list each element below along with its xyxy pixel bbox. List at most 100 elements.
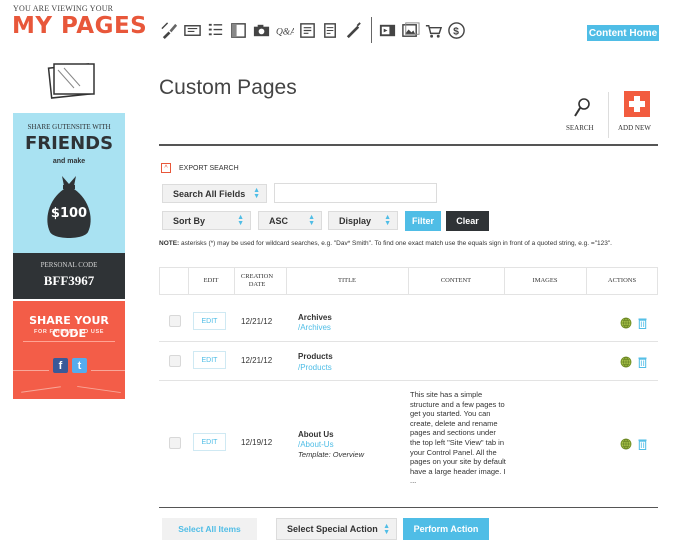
export-search[interactable]: ^ EXPORT SEARCH (161, 163, 239, 173)
col-content[interactable]: CONTENT (408, 268, 504, 294)
promo-headline: FRIENDS (24, 133, 114, 154)
personal-code-panel: PERSONAL CODE BFF3967 (13, 253, 125, 299)
decor-line (91, 370, 125, 371)
chevron-up-icon[interactable]: ^ (161, 163, 171, 173)
select-arrows-icon: ▲ ▼ (383, 523, 390, 536)
decor-line (13, 370, 49, 371)
row-date: 12/21/12 (241, 356, 273, 365)
select-arrows-icon: ▲ ▼ (253, 187, 260, 200)
globe-icon[interactable] (620, 316, 632, 334)
col-title[interactable]: TITLE (286, 268, 408, 294)
share-title: SHARE YOUR CODE (29, 314, 109, 340)
svg-text:$: $ (453, 26, 459, 37)
search-field-value: Search All Fields (173, 188, 246, 199)
header-divider (608, 92, 609, 138)
decor-line (77, 385, 121, 394)
row-checkbox[interactable] (169, 437, 181, 449)
select-arrows-icon: ▲ ▼ (237, 214, 244, 227)
clear-button[interactable]: Clear (446, 211, 489, 231)
special-action-value: Select Special Action (287, 524, 378, 534)
toolbar-divider (371, 17, 372, 43)
promo-line2: and make (52, 158, 86, 165)
globe-icon[interactable] (620, 355, 632, 373)
add-new-button[interactable] (624, 91, 650, 117)
share-divider (23, 341, 115, 342)
sort-by-value: Sort By (173, 215, 206, 226)
viewing-label: YOU ARE VIEWING YOUR (13, 4, 114, 13)
facebook-icon[interactable]: f (53, 358, 68, 373)
search-field-select[interactable]: Search All Fields ▲ ▼ (162, 184, 267, 203)
plus-icon (629, 96, 645, 112)
row-date: 12/21/12 (241, 317, 273, 326)
decor-line (21, 386, 61, 393)
camera-icon[interactable] (252, 21, 271, 40)
select-arrows-icon: ▲ ▼ (384, 214, 391, 227)
table-header: EDIT CREATION DATE TITLE CONTENT IMAGES … (159, 267, 658, 295)
col-actions[interactable]: ACTIONS (586, 268, 658, 294)
layout-icon[interactable] (229, 21, 248, 40)
col-images[interactable]: IMAGES (504, 268, 586, 294)
col-creation-date[interactable]: CREATION DATE (234, 268, 280, 294)
edit-button[interactable]: EDIT (193, 312, 226, 330)
search-input[interactable] (274, 183, 437, 203)
edit-button[interactable]: EDIT (193, 433, 226, 451)
dollar-icon[interactable]: $ (447, 21, 466, 40)
note-text: asterisks (*) may be used for wildcard s… (179, 240, 612, 247)
row-checkbox[interactable] (169, 315, 181, 327)
qa-icon[interactable]: Q&A (275, 21, 294, 40)
brush-icon[interactable] (160, 21, 179, 40)
row-path-link[interactable]: /About-Us (298, 440, 334, 449)
trash-icon[interactable] (638, 316, 647, 334)
display-select[interactable]: Display ▲ ▼ (328, 211, 398, 230)
note-prefix: NOTE: (159, 240, 180, 247)
row-title: Archives (298, 313, 332, 322)
row-path-link[interactable]: /Archives (298, 323, 331, 332)
row-template: Template: Overview (298, 450, 364, 459)
col-edit[interactable]: EDIT (188, 268, 234, 294)
row-checkbox[interactable] (169, 355, 181, 367)
globe-icon[interactable] (620, 437, 632, 455)
row-title: Products (298, 352, 333, 361)
row-path-link[interactable]: /Products (298, 363, 332, 372)
display-value: Display (339, 215, 372, 226)
promo-amount: $100 (50, 206, 88, 221)
search-label[interactable]: SEARCH (566, 124, 594, 132)
footer-rule (159, 507, 658, 508)
add-new-label[interactable]: ADD NEW (618, 124, 651, 132)
header-rule (159, 144, 658, 146)
twitter-icon[interactable]: t (72, 358, 87, 373)
content-home-button[interactable]: Content Home (587, 25, 659, 41)
promo-line1: SHARE GUTENSITE WITH (27, 123, 111, 131)
cart-icon[interactable] (424, 21, 443, 40)
search-note: NOTE: asterisks (*) may be used for wild… (159, 240, 659, 248)
row-title: About Us (298, 430, 334, 439)
trash-icon[interactable] (638, 355, 647, 373)
row-divider (159, 341, 658, 342)
media-icon[interactable] (378, 21, 397, 40)
book-icon[interactable] (298, 21, 317, 40)
select-all-button[interactable]: Select All Items (162, 518, 257, 540)
pen-icon[interactable] (344, 21, 363, 40)
edit-button[interactable]: EDIT (193, 351, 226, 369)
filter-button[interactable]: Filter (405, 211, 441, 231)
row-date: 12/19/12 (241, 438, 273, 447)
sort-order-select[interactable]: ASC ▲ ▼ (258, 211, 322, 230)
personal-code-label: PERSONAL CODE (40, 261, 98, 269)
calendar-icon[interactable] (321, 21, 340, 40)
row-content: This site has a simple structure and a f… (410, 390, 506, 486)
money-bag-icon: $100 (44, 172, 94, 242)
referral-promo[interactable]: SHARE GUTENSITE WITH FRIENDS and make $1… (13, 113, 125, 299)
share-code-promo: SHARE YOUR CODE FOR FRIENDS TO USE f t (13, 301, 125, 399)
select-arrows-icon: ▲ ▼ (308, 214, 315, 227)
page-title: Custom Pages (159, 76, 297, 99)
photos-icon[interactable] (401, 21, 420, 40)
pages-stack-icon (47, 63, 95, 99)
toolbar: Q&A $ (160, 16, 470, 44)
list-icon[interactable] (206, 21, 225, 40)
sort-by-select[interactable]: Sort By ▲ ▼ (162, 211, 251, 230)
ticket-icon[interactable] (183, 21, 202, 40)
trash-icon[interactable] (638, 437, 647, 455)
perform-action-button[interactable]: Perform Action (403, 518, 489, 540)
special-action-select[interactable]: Select Special Action ▲ ▼ (276, 518, 397, 540)
export-search-label[interactable]: EXPORT SEARCH (179, 165, 239, 172)
